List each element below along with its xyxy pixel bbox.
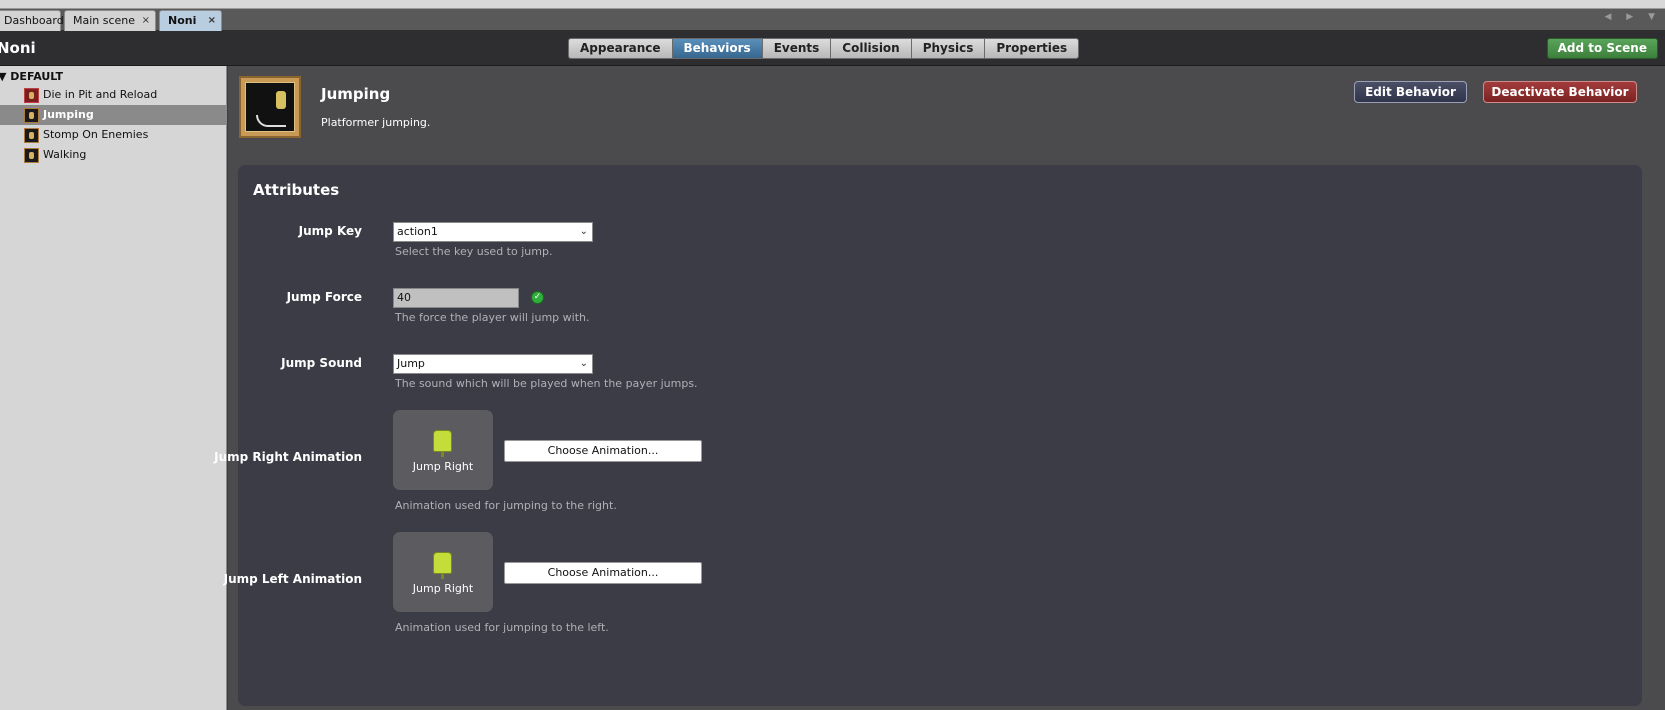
sidebar-group-header[interactable]: ▼ DEFAULT: [0, 70, 63, 83]
window-top-strip: [0, 0, 1665, 9]
tab-behaviors[interactable]: Behaviors: [671, 38, 762, 59]
jump-force-value: 40: [397, 291, 411, 304]
tab-label: Dashboard: [4, 14, 64, 27]
jump-left-animation-label: Jump Left Animation: [223, 572, 362, 586]
jump-key-label: Jump Key: [298, 224, 362, 238]
jump-sound-select[interactable]: Jump ⌄: [393, 354, 593, 374]
sidebar-item-label: Die in Pit and Reload: [43, 88, 158, 101]
behavior-list-sidebar: ▼ DEFAULT Die in Pit and Reload Jumping …: [0, 66, 227, 710]
attributes-title: Attributes: [253, 181, 340, 199]
behavior-description: Platformer jumping.: [321, 116, 431, 129]
tab-events[interactable]: Events: [761, 38, 831, 59]
check-icon: ✓: [531, 291, 544, 304]
jump-force-label: Jump Force: [286, 290, 362, 304]
animation-sprite-icon: [433, 430, 452, 457]
close-icon[interactable]: ×: [208, 11, 216, 30]
tab-label: Main scene: [73, 14, 136, 27]
choose-animation-button[interactable]: Choose Animation...: [504, 562, 702, 584]
document-tab-bar: Dashboard Main scene × Noni × ◀ ▶ ▼: [0, 9, 1665, 31]
tab-label: Noni: [168, 14, 197, 27]
tab-appearance[interactable]: Appearance: [568, 38, 672, 59]
sidebar-item-label: Jumping: [43, 108, 94, 121]
animation-name: Jump Right: [412, 582, 474, 595]
deactivate-behavior-button[interactable]: Deactivate Behavior: [1483, 81, 1637, 103]
jump-key-help: Select the key used to jump.: [395, 245, 553, 258]
tab-scroll-icons[interactable]: ◀ ▶ ▼: [1605, 12, 1662, 22]
animation-name: Jump Right: [412, 460, 474, 473]
jump-force-input[interactable]: 40: [393, 288, 519, 308]
tab-properties[interactable]: Properties: [984, 38, 1080, 59]
choose-animation-button[interactable]: Choose Animation...: [504, 440, 702, 462]
tab-noni[interactable]: Noni ×: [159, 10, 222, 31]
animation-sprite-icon: [433, 552, 452, 579]
jump-right-animation-label: Jump Right Animation: [214, 450, 362, 464]
jump-sound-help: The sound which will be played when the …: [395, 377, 698, 390]
close-icon[interactable]: ×: [142, 11, 150, 30]
jump-key-select[interactable]: action1 ⌄: [393, 222, 593, 242]
jump-force-help: The force the player will jump with.: [395, 311, 590, 324]
behavior-title: Jumping: [321, 85, 391, 103]
sidebar-item-jumping[interactable]: Jumping: [0, 105, 227, 125]
skull-icon: [24, 88, 39, 103]
tab-physics[interactable]: Physics: [910, 38, 985, 59]
walk-icon: [24, 148, 39, 163]
jump-sound-value: Jump: [397, 357, 425, 370]
sidebar-item-stomp[interactable]: Stomp On Enemies: [0, 125, 227, 145]
mode-tabs: Appearance Behaviors Events Collision Ph…: [568, 38, 1080, 59]
actor-title: Noni: [0, 39, 36, 57]
actor-header: Noni Appearance Behaviors Events Collisi…: [0, 31, 1665, 66]
sidebar-item-walking[interactable]: Walking: [0, 145, 227, 165]
tab-collision[interactable]: Collision: [830, 38, 911, 59]
jump-left-animation-help: Animation used for jumping to the left.: [395, 621, 609, 634]
jump-icon: [239, 76, 301, 138]
jump-sound-label: Jump Sound: [281, 356, 362, 370]
sidebar-item-label: Stomp On Enemies: [43, 128, 149, 141]
add-to-scene-button[interactable]: Add to Scene: [1546, 38, 1658, 59]
jump-left-animation-preview[interactable]: Jump Right: [393, 532, 493, 612]
edit-behavior-button[interactable]: Edit Behavior: [1354, 81, 1467, 103]
jump-right-animation-preview[interactable]: Jump Right: [393, 410, 493, 490]
tab-dashboard[interactable]: Dashboard: [0, 10, 64, 31]
stomp-icon: [24, 128, 39, 143]
sidebar-group-label: DEFAULT: [10, 70, 63, 83]
sidebar-item-label: Walking: [43, 148, 87, 161]
sidebar-item-die-in-pit[interactable]: Die in Pit and Reload: [0, 85, 227, 105]
tab-main-scene[interactable]: Main scene ×: [64, 10, 156, 31]
behavior-detail: Jumping Platformer jumping. Edit Behavio…: [214, 66, 1665, 710]
attributes-panel: Attributes Jump Key action1 ⌄ Select the…: [214, 165, 1642, 706]
chevron-down-icon: ⌄: [579, 358, 588, 369]
jump-key-value: action1: [397, 225, 438, 238]
chevron-down-icon: ⌄: [579, 226, 588, 237]
jump-icon: [24, 108, 39, 123]
jump-right-animation-help: Animation used for jumping to the right.: [395, 499, 617, 512]
